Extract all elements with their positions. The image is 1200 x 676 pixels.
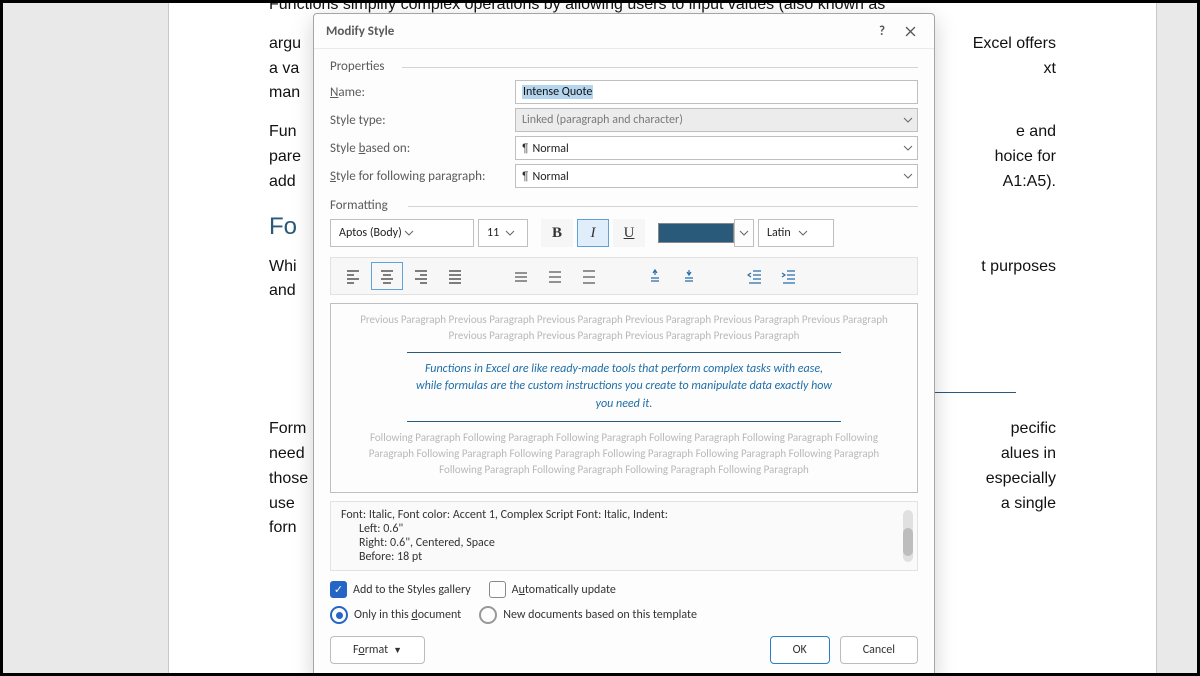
- ok-button[interactable]: OK: [770, 636, 830, 664]
- style-preview: Previous Paragraph Previous Paragraph Pr…: [330, 303, 918, 493]
- italic-button[interactable]: I: [577, 219, 609, 247]
- cancel-button[interactable]: Cancel: [840, 636, 918, 664]
- chevron-down-icon: [739, 228, 749, 238]
- section-formatting: Formatting: [330, 192, 918, 217]
- name-input[interactable]: Intense Quote: [515, 80, 918, 104]
- indent-increase-button[interactable]: [773, 262, 805, 290]
- help-button[interactable]: ?: [868, 20, 896, 42]
- section-properties: Properties: [330, 53, 918, 78]
- modify-style-dialog: Modify Style ? Properties NName:ame: Int…: [313, 13, 935, 676]
- dialog-titlebar: Modify Style ?: [314, 14, 934, 49]
- check-add-gallery[interactable]: ✓Add to the Styles gallery: [330, 581, 471, 598]
- align-center-button[interactable]: [371, 262, 403, 290]
- line-spacing-1-button[interactable]: [505, 262, 537, 290]
- formatting-toolbar: Aptos (Body) 11 B I U Latin: [330, 215, 918, 251]
- radio-only-doc[interactable]: Only in this document: [330, 606, 461, 624]
- label-following: Style for following paragraph:: [330, 169, 505, 184]
- label-based-on: Style based on:: [330, 141, 505, 156]
- line-spacing-15-button[interactable]: [539, 262, 571, 290]
- font-size-combo[interactable]: 11: [478, 219, 528, 247]
- label-style-type: Style type:: [330, 113, 505, 128]
- chevron-down-icon: [903, 115, 913, 125]
- dialog-title: Modify Style: [326, 24, 394, 39]
- font-color-picker[interactable]: [658, 220, 754, 246]
- close-button[interactable]: [896, 20, 924, 42]
- bold-button[interactable]: B: [541, 219, 573, 247]
- style-type-dropdown: Linked (paragraph and character): [515, 108, 918, 132]
- label-name: NName:ame:: [330, 85, 505, 100]
- preview-prev-text: Previous Paragraph Previous Paragraph Pr…: [347, 312, 901, 344]
- chevron-down-icon: [505, 228, 523, 238]
- align-left-button[interactable]: [337, 262, 369, 290]
- chevron-down-icon: [798, 228, 829, 238]
- font-family-combo[interactable]: Aptos (Body): [330, 219, 474, 247]
- indent-decrease-button[interactable]: [739, 262, 771, 290]
- description-scrollbar[interactable]: [903, 510, 913, 562]
- script-combo[interactable]: Latin: [758, 219, 834, 247]
- line-spacing-2-button[interactable]: [573, 262, 605, 290]
- preview-next-text: Following Paragraph Following Paragraph …: [347, 430, 901, 478]
- chevron-down-icon: ▼: [393, 645, 402, 656]
- preview-sample-text: Functions in Excel are like ready-made t…: [414, 361, 834, 413]
- space-before-dec-button[interactable]: [673, 262, 705, 290]
- chevron-down-icon: [404, 228, 469, 238]
- style-description: Font: Italic, Font color: Accent 1, Comp…: [330, 501, 918, 571]
- properties-fieldset: NName:ame: Intense Quote Style type: Lin…: [330, 76, 918, 192]
- radio-new-docs[interactable]: New documents based on this template: [479, 606, 697, 624]
- following-dropdown[interactable]: ¶Normal: [515, 164, 918, 188]
- align-right-button[interactable]: [405, 262, 437, 290]
- chevron-down-icon: [903, 171, 913, 181]
- paragraph-toolbar: [330, 257, 918, 295]
- align-justify-button[interactable]: [439, 262, 471, 290]
- check-auto-update[interactable]: Automatically update: [489, 581, 616, 598]
- underline-button[interactable]: U: [613, 219, 645, 247]
- chevron-down-icon: [903, 143, 913, 153]
- based-on-dropdown[interactable]: ¶Normal: [515, 136, 918, 160]
- space-before-inc-button[interactable]: [639, 262, 671, 290]
- format-menu-button[interactable]: Format ▼: [330, 636, 425, 664]
